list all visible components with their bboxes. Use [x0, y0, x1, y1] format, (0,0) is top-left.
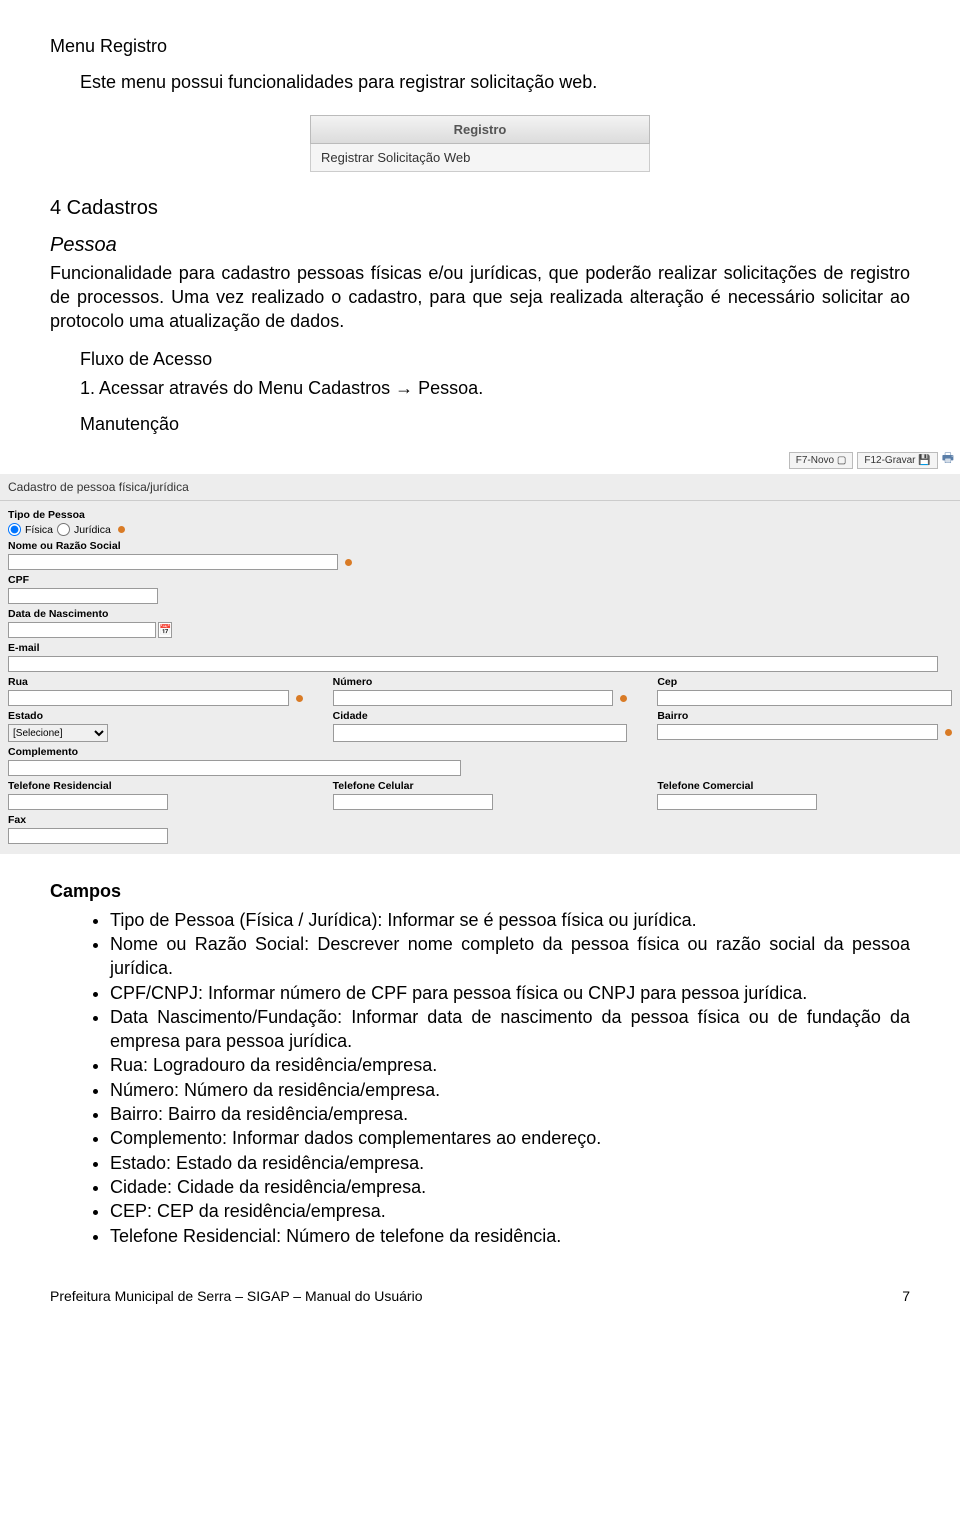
bullet-item: Tipo de Pessoa (Física / Jurídica): Info… — [110, 908, 910, 932]
save-icon: 💾 — [918, 455, 930, 466]
bullet-item: Telefone Residencial: Número de telefone… — [110, 1224, 910, 1248]
required-icon — [118, 526, 125, 533]
bullet-item: Data Nascimento/Fundação: Informar data … — [110, 1005, 910, 1054]
input-cidade[interactable] — [333, 724, 628, 742]
bullet-item: Bairro: Bairro da residência/empresa. — [110, 1102, 910, 1126]
text-menu-desc: Este menu possui funcionalidades para re… — [80, 70, 910, 94]
label-email: E-mail — [8, 642, 952, 654]
bullet-item: Rua: Logradouro da residência/empresa. — [110, 1053, 910, 1077]
heading-menu-registro: Menu Registro — [50, 34, 910, 58]
menu-box: Registro Registrar Solicitação Web — [310, 115, 650, 172]
input-telcom[interactable] — [657, 794, 817, 810]
calendar-icon[interactable]: 📅 — [158, 622, 172, 638]
input-data[interactable] — [8, 622, 156, 638]
label-telr: Telefone Residencial — [8, 780, 303, 792]
radio-fisica-label: Física — [25, 524, 53, 536]
input-telc[interactable] — [333, 794, 493, 810]
form-toolbar: F7-Novo ▢ F12-Gravar 💾 🖶 — [0, 446, 960, 474]
label-cep: Cep — [657, 676, 952, 688]
label-cidade: Cidade — [333, 710, 628, 722]
label-telc: Telefone Celular — [333, 780, 628, 792]
input-rua[interactable] — [8, 690, 289, 706]
print-icon[interactable]: 🖶 — [942, 449, 954, 471]
btn-novo[interactable]: F7-Novo ▢ — [789, 452, 854, 469]
label-fax: Fax — [8, 814, 952, 826]
input-complemento[interactable] — [8, 760, 461, 776]
heading-cadastros: 4 Cadastros — [50, 197, 910, 220]
menu-head: Registro — [310, 115, 650, 144]
input-fax[interactable] — [8, 828, 168, 844]
radio-juridica[interactable] — [57, 523, 70, 536]
radio-juridica-label: Jurídica — [74, 524, 111, 536]
label-bairro: Bairro — [657, 710, 952, 722]
heading-campos: Campos — [50, 879, 910, 903]
input-nome[interactable] — [8, 554, 338, 570]
input-telr[interactable] — [8, 794, 168, 810]
label-complemento: Complemento — [8, 746, 461, 758]
bullet-item: Complemento: Informar dados complementar… — [110, 1126, 910, 1150]
input-cep[interactable] — [657, 690, 952, 706]
label-telcom: Telefone Comercial — [657, 780, 952, 792]
text-pessoa: Funcionalidade para cadastro pessoas fís… — [50, 261, 910, 334]
input-email[interactable] — [8, 656, 938, 672]
required-icon — [345, 559, 352, 566]
bullet-item: Número: Número da residência/empresa. — [110, 1078, 910, 1102]
label-nome: Nome ou Razão Social — [8, 540, 952, 552]
doc-icon: ▢ — [837, 455, 846, 466]
bullet-item: CEP: CEP da residência/empresa. — [110, 1199, 910, 1223]
label-tipo: Tipo de Pessoa — [8, 509, 952, 521]
label-rua: Rua — [8, 676, 303, 688]
select-estado[interactable]: [Selecione] — [8, 724, 108, 742]
label-numero: Número — [333, 676, 628, 688]
bullets-campos: Tipo de Pessoa (Física / Jurídica): Info… — [50, 908, 910, 1248]
required-icon — [620, 695, 627, 702]
label-cpf: CPF — [8, 574, 952, 586]
bullet-item: Estado: Estado da residência/empresa. — [110, 1151, 910, 1175]
menu-item-registrar[interactable]: Registrar Solicitação Web — [310, 144, 650, 172]
bullet-item: Cidade: Cidade da residência/empresa. — [110, 1175, 910, 1199]
footer-page: 7 — [902, 1288, 910, 1304]
step-fluxo-1: 1. Acessar através do Menu Cadastros → P… — [80, 376, 910, 400]
label-data: Data de Nascimento — [8, 608, 952, 620]
input-cpf[interactable] — [8, 588, 158, 604]
bullet-item: Nome ou Razão Social: Descrever nome com… — [110, 932, 910, 981]
heading-manutencao: Manutenção — [80, 412, 910, 436]
form-title: Cadastro de pessoa física/jurídica — [0, 474, 960, 501]
input-numero[interactable] — [333, 690, 614, 706]
btn-gravar[interactable]: F12-Gravar 💾 — [857, 452, 937, 469]
form-cadastro: F7-Novo ▢ F12-Gravar 💾 🖶 Cadastro de pes… — [0, 446, 960, 854]
heading-fluxo: Fluxo de Acesso — [80, 347, 910, 371]
input-bairro[interactable] — [657, 724, 938, 740]
radio-fisica[interactable] — [8, 523, 21, 536]
required-icon — [296, 695, 303, 702]
required-icon — [945, 729, 952, 736]
footer-left: Prefeitura Municipal de Serra – SIGAP – … — [50, 1288, 423, 1304]
label-estado: Estado — [8, 710, 303, 722]
bullet-item: CPF/CNPJ: Informar número de CPF para pe… — [110, 981, 910, 1005]
heading-pessoa: Pessoa — [50, 234, 910, 257]
